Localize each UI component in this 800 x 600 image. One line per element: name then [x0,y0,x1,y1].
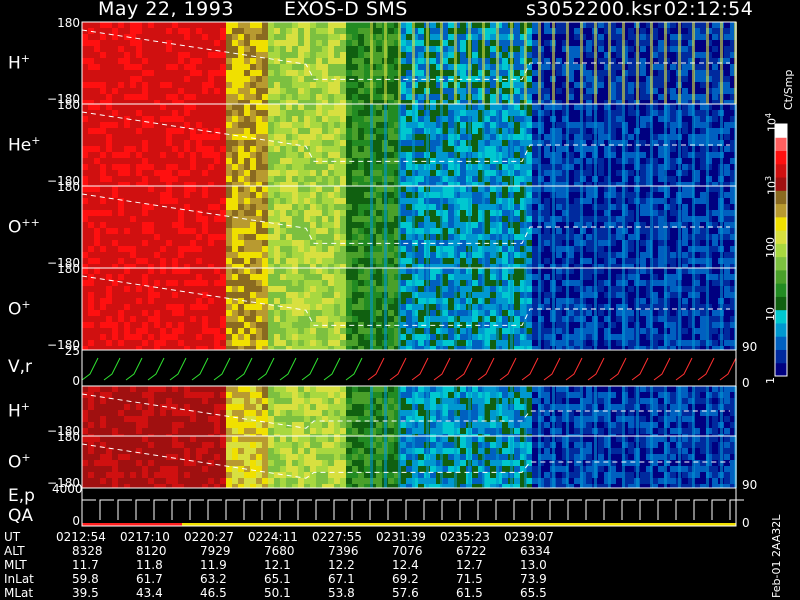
colorbar-tick-0: 104 [764,112,779,132]
panel-label-sup-1: + [31,134,41,147]
table-cell: 0224:11 [248,530,298,544]
table-row-label-1: ALT [4,544,25,558]
panel-label-3: O+ [8,298,31,320]
panel-label-sup-2: ++ [21,216,40,229]
table-cell: 7396 [328,544,359,558]
panel-label-2: O++ [8,216,40,238]
table-cell: 57.6 [392,586,419,600]
panel-label-1: He+ [8,134,41,156]
table-cell: 65.1 [264,572,291,586]
heatmap-panel-5 [81,386,737,436]
table-cell: 63.2 [200,572,227,586]
colorbar-tick-2: 100 [764,237,777,258]
header-time: 02:12:54 [664,0,754,20]
table-cell: 0235:23 [440,530,490,544]
panel-ymax-7: 4000 [52,482,83,496]
table-row-label-2: MLT [4,558,27,572]
heatmap-panel-3 [81,268,737,350]
colorbar-tick-3: 10 [764,307,777,321]
panel-ymax-0: 180 [57,16,80,30]
panel-ymax-1: 180 [57,98,80,112]
panel-label-sup-0: + [20,52,31,65]
header-date: May 22, 1993 [98,0,234,20]
panel-right-tick-4: 0 [742,376,750,390]
footer-code: Feb-01 2AA32L [770,514,783,598]
table-cell: 65.5 [520,586,547,600]
header-file: s3052200.ksr [526,0,662,20]
panel-right-tick-3: 90 [742,340,758,354]
table-cell: 12.7 [456,558,483,572]
panel-right-tick-7: 0 [742,516,750,530]
table-cell: 0227:55 [312,530,362,544]
panel-ymin-7: 0 [72,514,80,528]
panel-right-tick-6: 90 [742,478,758,492]
table-cell: 11.9 [200,558,227,572]
table-cell: 0220:27 [184,530,234,544]
energy-panel [81,488,744,526]
panel-ymax-6: 180 [57,430,80,444]
table-cell: 53.8 [328,586,355,600]
velocity-panel [81,350,737,386]
table-cell: 59.8 [72,572,99,586]
panel-ymax-4: 25 [64,344,80,358]
colorbar-tick-sup-1: 3 [764,175,773,181]
table-cell: 61.7 [136,572,163,586]
panel-ymin-4: 0 [72,374,80,388]
table-cell: 11.8 [136,558,163,572]
panel-label-5: H+ [8,400,31,422]
panel-label-sup-6: + [21,451,31,464]
panel-label-0: H+ [8,52,31,74]
table-cell: 46.5 [200,586,227,600]
table-cell: 12.4 [392,558,419,572]
table-cell: 69.2 [392,572,419,586]
table-cell: 12.2 [328,558,355,572]
table-cell: 67.1 [328,572,355,586]
heatmap-panel-1 [81,104,737,186]
table-cell: 8328 [72,544,103,558]
colorbar-tick-4: 1 [764,377,777,384]
table-row-label-0: UT [4,530,21,544]
panel-label-sup-3: + [21,298,31,311]
table-cell: 7929 [200,544,231,558]
table-cell: 8120 [136,544,167,558]
colorbar-tick-sup-0: 4 [764,112,773,118]
panel-label-6: O+ [8,451,31,473]
panel-label-sup-5: + [20,400,31,413]
table-cell: 0217:10 [120,530,170,544]
panel-ymax-3: 180 [57,262,80,276]
table-cell: 50.1 [264,586,291,600]
table-cell: 7680 [264,544,295,558]
panel-ymax-2: 180 [57,180,80,194]
header-instrument: EXOS-D SMS [284,0,408,20]
panel-label-4: V,r [8,357,33,377]
table-cell: 0239:07 [504,530,554,544]
spectrogram-plot [81,21,788,527]
table-cell: 43.4 [136,586,163,600]
panel-label-7: E,p [8,486,35,506]
table-cell: 12.1 [264,558,291,572]
table-cell: 71.5 [456,572,483,586]
table-cell: 39.5 [72,586,99,600]
table-cell: 61.5 [456,586,483,600]
table-cell: 7076 [392,544,423,558]
heatmap-panel-6 [81,436,737,488]
table-cell: 0231:39 [376,530,426,544]
table-row-label-4: MLat [4,586,34,600]
table-row-label-3: InLat [4,572,34,586]
table-cell: 13.0 [520,558,547,572]
heatmap-panel-0 [81,22,737,104]
panel-label2-7: QA [8,506,34,526]
table-cell: 6722 [456,544,487,558]
colorbar-tick-1: 103 [764,175,779,195]
table-cell: 0212:54 [56,530,106,544]
heatmap-panel-2 [81,186,737,268]
table-cell: 6334 [520,544,551,558]
colorbar-unit: Ct/Smp [782,69,795,110]
table-cell: 11.7 [72,558,99,572]
table-cell: 73.9 [520,572,547,586]
